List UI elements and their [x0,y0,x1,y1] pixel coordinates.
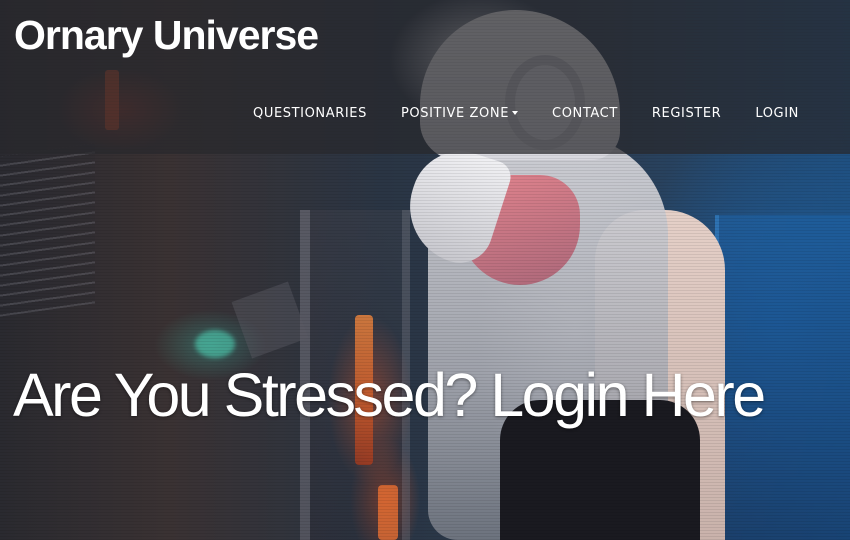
teal-light [195,330,235,358]
equipment-rack-left [0,143,95,317]
nav-item-label: LOGIN [755,105,799,121]
site-header: Ornary Universe QUESTIONARIES POSITIVE Z… [0,0,850,154]
nav-item-register[interactable]: REGISTER [635,102,738,125]
nav-item-questionaries[interactable]: QUESTIONARIES [236,102,384,125]
nav-item-positive-zone[interactable]: POSITIVE ZONE [384,102,535,125]
site-brand[interactable]: Ornary Universe [14,8,319,62]
nav-item-login[interactable]: LOGIN [738,102,816,125]
hero-headline: Are You Stressed? Login Here [13,361,766,429]
equipment-box [231,281,309,359]
orange-light [378,485,398,540]
nav-item-label: REGISTER [651,105,722,121]
nav-item-label: QUESTIONARIES [253,105,367,121]
nav-item-label: CONTACT [552,105,618,121]
main-nav: QUESTIONARIES POSITIVE ZONE CONTACT REGI… [236,100,816,126]
nav-item-label: POSITIVE ZONE [400,105,510,121]
nav-item-contact[interactable]: CONTACT [535,102,635,125]
caret-down-icon [512,111,519,115]
